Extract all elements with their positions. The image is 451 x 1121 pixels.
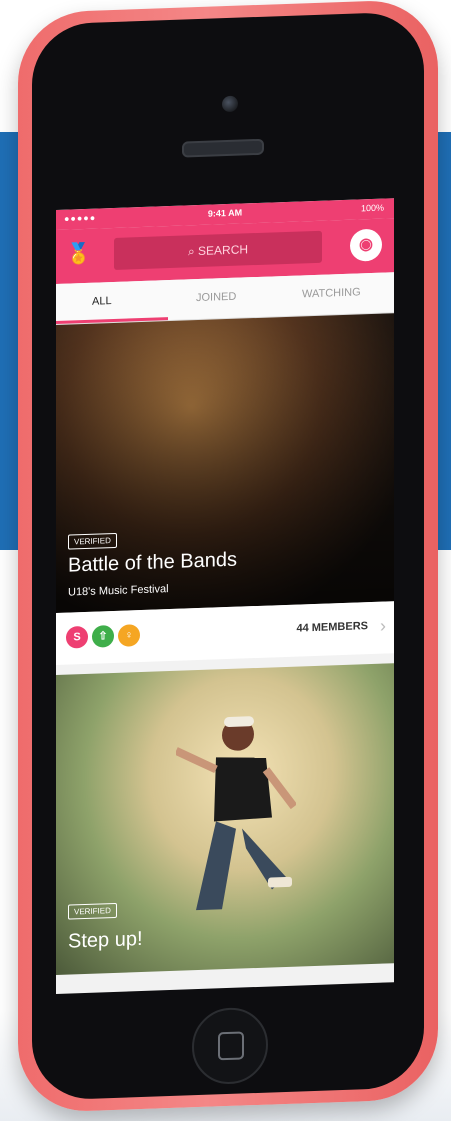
- app-screen: ●●●●● 9:41 AM 100% 🏅 ⌕ SEARCH ◉ ALL JOIN…: [56, 198, 394, 995]
- medal-icon[interactable]: 🏅: [66, 241, 91, 270]
- event-card[interactable]: VERIFIED Step up!: [56, 663, 394, 976]
- tab-all[interactable]: ALL: [92, 295, 112, 308]
- home-square-icon: [218, 1031, 244, 1061]
- verified-badge: VERIFIED: [68, 902, 117, 920]
- card-title: Battle of the Bands: [68, 548, 238, 577]
- avatar[interactable]: ♀: [118, 624, 140, 647]
- card-title: Step up!: [68, 927, 143, 953]
- card-subtitle: U18's Music Festival: [68, 583, 169, 599]
- card-image: VERIFIED Step up!: [56, 663, 394, 976]
- avatar[interactable]: ⇧: [92, 624, 114, 648]
- card-footer: S ⇧ ♀ 44 MEMBERS ›: [56, 601, 394, 666]
- phone-bezel: ●●●●● 9:41 AM 100% 🏅 ⌕ SEARCH ◉ ALL JOIN…: [32, 11, 424, 1101]
- search-input[interactable]: ⌕ SEARCH: [114, 230, 322, 270]
- speaker-grille: [182, 138, 264, 158]
- members-count[interactable]: 44 MEMBERS: [296, 620, 368, 634]
- tab-joined[interactable]: JOINED: [196, 291, 236, 304]
- search-placeholder: SEARCH: [198, 242, 249, 259]
- dancer-figure: [176, 716, 296, 911]
- battery-indicator: 100%: [360, 202, 384, 214]
- chat-bubble-icon[interactable]: ◉: [350, 228, 382, 262]
- tab-watching[interactable]: WATCHING: [302, 286, 361, 300]
- chevron-right-icon[interactable]: ›: [380, 615, 386, 636]
- avatar[interactable]: S: [66, 625, 88, 649]
- event-card[interactable]: VERIFIED Battle of the Bands U18's Music…: [56, 313, 394, 666]
- card-image: VERIFIED Battle of the Bands U18's Music…: [56, 313, 394, 614]
- verified-badge: VERIFIED: [68, 532, 117, 550]
- home-button[interactable]: [192, 1006, 268, 1086]
- camera-icon: [222, 95, 238, 113]
- phone-device: ●●●●● 9:41 AM 100% 🏅 ⌕ SEARCH ◉ ALL JOIN…: [18, 0, 438, 1114]
